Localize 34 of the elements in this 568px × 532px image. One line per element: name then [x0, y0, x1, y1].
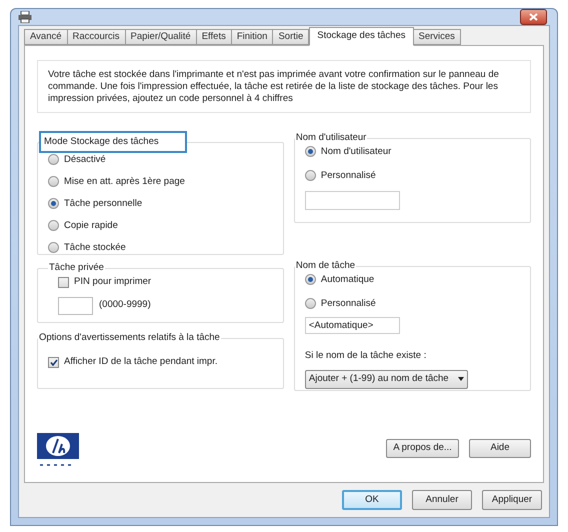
tab[interactable]: Finition — [230, 29, 274, 45]
dialog-button[interactable]: Annuler — [412, 490, 472, 510]
push-button[interactable]: A propos de... — [386, 439, 459, 458]
radio-label: Copie rapide — [64, 218, 118, 233]
radio-label: Personnalisé — [320, 296, 376, 311]
range-hint: (0000-9999) — [99, 298, 151, 312]
radio-label: Désactivé — [64, 152, 106, 167]
dialog-button[interactable]: Appliquer — [482, 490, 542, 510]
radio-label: Mise en att. après 1ère page — [64, 174, 185, 189]
tab[interactable]: Services — [412, 29, 461, 45]
radio-label: Tâche stockée — [64, 240, 126, 255]
tab[interactable]: Effets — [196, 29, 232, 45]
tab[interactable]: Avancé — [24, 29, 68, 45]
field-label: Si le nom de la tâche existe : — [304, 349, 428, 364]
radio-label: Automatique — [320, 272, 374, 287]
checkbox-label: Afficher ID de la tâche pendant impr. — [64, 355, 218, 370]
radio-label: Nom d'utilisateur — [320, 144, 392, 159]
dropdown[interactable]: Ajouter + (1-99) au nom de tâche — [304, 370, 468, 388]
dialog-button[interactable]: OK — [342, 490, 402, 510]
tab[interactable]: Papier/Qualité — [124, 29, 197, 45]
group-title: Nom d'utilisateur — [294, 131, 368, 145]
group-title: Options d'avertissements relatifs à la tâche — [38, 331, 221, 345]
job-name-field: <Automatique> — [304, 317, 400, 334]
description-text: Votre tâche est stockée dans l'imprimante et n'est pas imprimée avant votre confirmation sur le panneau de commande. Une fois l'impression effectuée, la tâche est retirée de la liste de stockage des tâches. Pour les impression privées, ajoutez un code personnel à 4 chiffres — [48, 69, 500, 105]
group-title: Nom de tâche — [294, 259, 356, 273]
tab[interactable]: Stockage des tâches — [309, 27, 414, 46]
tab[interactable]: Sortie — [272, 29, 310, 45]
push-button[interactable]: Aide — [469, 439, 531, 458]
radio-label: Personnalisé — [320, 168, 376, 183]
checkbox-label: PIN pour imprimer — [74, 275, 152, 290]
group-title: Mode Stockage des tâches — [39, 131, 187, 154]
group-title: Tâche privée — [48, 261, 105, 275]
radio-label: Tâche personnelle — [64, 196, 142, 211]
tab[interactable]: Raccourcis — [66, 29, 126, 45]
